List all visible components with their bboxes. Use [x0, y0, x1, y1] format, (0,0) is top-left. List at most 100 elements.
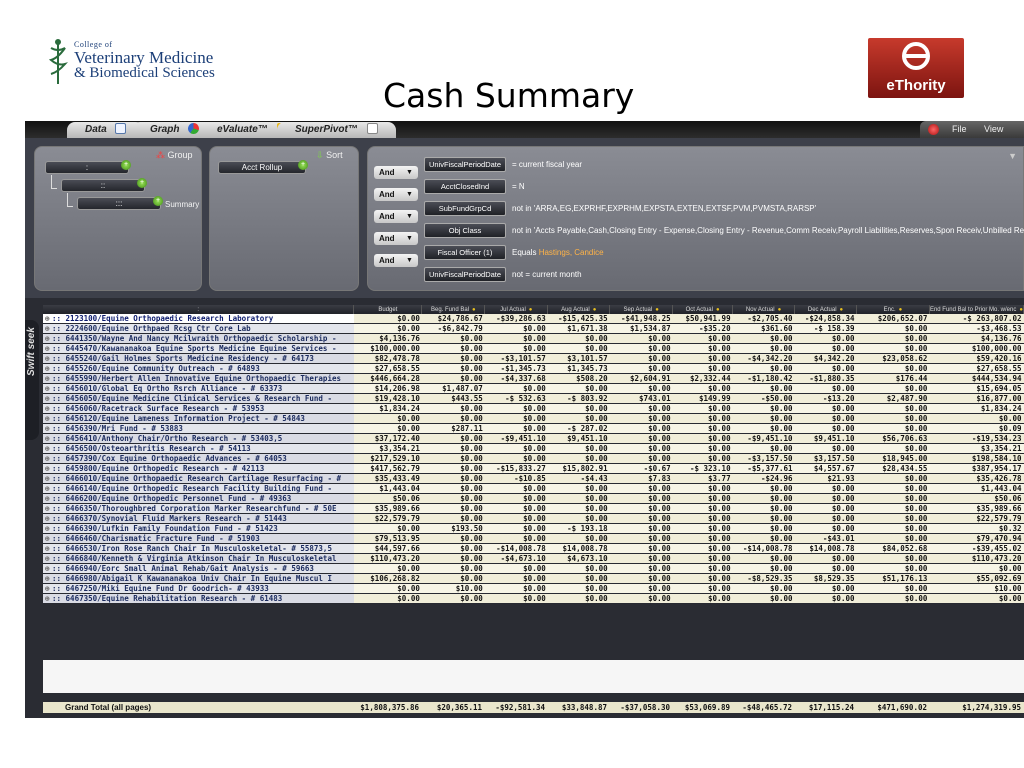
- filter-condition[interactable]: Equals Hastings, Candice: [512, 248, 604, 257]
- filter-field[interactable]: Fiscal Officer (1): [424, 245, 506, 260]
- expand-icon[interactable]: ⊕: [45, 364, 52, 373]
- table-row[interactable]: ⊕:: 6456500/Osteoarthritis Research - # …: [43, 443, 1024, 454]
- column-sort-icon[interactable]: ●: [840, 307, 844, 313]
- table-row[interactable]: ⊕:: 6466980/Abigail K Kawananakoa Univ C…: [43, 573, 1024, 584]
- table-row[interactable]: ⊕:: 6467250/Miki Equine Fund Dr Goodrich…: [43, 583, 1024, 594]
- column-header[interactable]: Aug Actual ●: [547, 305, 611, 314]
- filter-condition[interactable]: not = current month: [512, 270, 582, 279]
- column-header[interactable]: Budget: [353, 305, 423, 314]
- column-header[interactable]: Enc. ●: [856, 305, 930, 314]
- table-row[interactable]: ⊕:: 6455990/Herbert Allen Innovative Equ…: [43, 373, 1024, 384]
- table-row[interactable]: ⊕:: 6459800/Equine Orthopedic Research -…: [43, 463, 1024, 474]
- funnel-icon[interactable]: ▼: [1008, 151, 1017, 161]
- filter-field[interactable]: SubFundGrpCd: [424, 201, 506, 216]
- column-header[interactable]: Oct Actual ●: [672, 305, 734, 314]
- add-icon[interactable]: +: [137, 178, 147, 188]
- column-header[interactable]: Jul Actual ●: [484, 305, 549, 314]
- table-row[interactable]: ⊕:: 6456060/Racetrack Surface Research -…: [43, 403, 1024, 414]
- table-row[interactable]: ⊕:: 6466390/Lufkin Family Foundation Fun…: [43, 523, 1024, 534]
- expand-icon[interactable]: ⊕: [45, 404, 52, 413]
- tab-superpivot[interactable]: SuperPivot™: [277, 122, 396, 138]
- filter-field[interactable]: AcctClosedInd: [424, 179, 506, 194]
- column-header[interactable]: Sep Actual ●: [609, 305, 674, 314]
- sort-item[interactable]: Acct Rollup +: [218, 160, 308, 174]
- filter-condition[interactable]: = current fiscal year: [512, 160, 582, 169]
- record-icon[interactable]: [928, 124, 939, 135]
- table-row[interactable]: ⊕:: 6456410/Anthony Chair/Ortho Research…: [43, 433, 1024, 444]
- expand-icon[interactable]: ⊕: [45, 534, 52, 543]
- table-row[interactable]: ⊕:: 6455260/Equine Community Outreach - …: [43, 363, 1024, 374]
- group-level-2[interactable]: :: +: [61, 178, 147, 192]
- table-row[interactable]: ⊕:: 6466460/Charismatic Fracture Fund - …: [43, 533, 1024, 544]
- table-row[interactable]: ⊕:: 6466530/Iron Rose Ranch Chair In Mus…: [43, 543, 1024, 554]
- table-row[interactable]: ⊕:: 6441350/Wayne And Nancy Mcilwraith O…: [43, 333, 1024, 344]
- chevron-down-icon[interactable]: ▼: [406, 210, 413, 223]
- file-menu[interactable]: File: [952, 121, 967, 138]
- expand-icon[interactable]: ⊕: [45, 394, 52, 403]
- add-icon[interactable]: +: [121, 160, 131, 170]
- expand-icon[interactable]: ⊕: [45, 434, 52, 443]
- table-row[interactable]: ⊕:: 6456390/Mri Fund - # 53883 $0.00 $287.…: [43, 423, 1024, 434]
- expand-icon[interactable]: ⊕: [45, 454, 52, 463]
- filter-condition[interactable]: not in 'Accts Payable,Cash,Closing Entry…: [512, 226, 1024, 235]
- filter-condition[interactable]: not in 'ARRA,EG,EXPRHF,EXPRHM,EXPSTA,EXT…: [512, 204, 816, 213]
- column-sort-icon[interactable]: ●: [655, 307, 659, 313]
- filter-condition[interactable]: = N: [512, 182, 525, 191]
- column-header[interactable]: End Fund Bal to Prior Mo. w/enc ●: [929, 305, 1024, 314]
- group-level-3[interactable]: ::: +: [77, 196, 163, 210]
- column-header[interactable]: Dec Actual ●: [794, 305, 857, 314]
- expand-icon[interactable]: ⊕: [45, 414, 52, 423]
- expand-icon[interactable]: ⊕: [45, 504, 52, 513]
- expand-icon[interactable]: ⊕: [45, 314, 52, 323]
- expand-icon[interactable]: ⊕: [45, 424, 52, 433]
- table-row[interactable]: ⊕:: 6466350/Thoroughbred Corporation Mar…: [43, 503, 1024, 514]
- filter-field[interactable]: UnivFiscalPeriodDate: [424, 157, 506, 172]
- expand-icon[interactable]: ⊕: [45, 584, 52, 593]
- table-row[interactable]: ⊕:: 6457390/Cox Equine Orthopaedic Advan…: [43, 453, 1024, 464]
- expand-icon[interactable]: ⊕: [45, 354, 52, 363]
- expand-icon[interactable]: ⊕: [45, 334, 52, 343]
- column-sort-icon[interactable]: ●: [899, 307, 903, 313]
- expand-icon[interactable]: ⊕: [45, 594, 52, 603]
- filter-field[interactable]: Obj Class: [424, 223, 506, 238]
- table-row[interactable]: ⊕:: 6466940/Eorc Small Animal Rehab/Gait…: [43, 563, 1024, 574]
- expand-icon[interactable]: ⊕: [45, 344, 52, 353]
- add-icon[interactable]: +: [298, 160, 308, 170]
- table-row[interactable]: ⊕:: 6466200/Equine Orthopedic Personnel …: [43, 493, 1024, 504]
- expand-icon[interactable]: ⊕: [45, 574, 52, 583]
- table-row[interactable]: ⊕:: 6466140/Equine Orthopedic Research F…: [43, 483, 1024, 494]
- chevron-down-icon[interactable]: ▼: [406, 254, 413, 267]
- table-row[interactable]: ⊕:: 2123100/Equine Orthopaedic Research …: [43, 314, 1024, 324]
- expand-icon[interactable]: ⊕: [45, 544, 52, 553]
- expand-icon[interactable]: ⊕: [45, 324, 52, 333]
- table-row[interactable]: ⊕:: 6455240/Gail Holmes Sports Medicine …: [43, 353, 1024, 364]
- expand-icon[interactable]: ⊕: [45, 444, 52, 453]
- column-sort-icon[interactable]: ●: [716, 307, 720, 313]
- table-row[interactable]: ⊕:: 6466010/Equine Orthopaedic Research …: [43, 473, 1024, 484]
- table-row[interactable]: ⊕:: 2224600/Equine Orthpaed Rcsg Ctr Cor…: [43, 323, 1024, 334]
- swift-seek-tab[interactable]: Swift seek: [25, 320, 39, 440]
- column-sort-icon[interactable]: ●: [529, 307, 533, 313]
- column-sort-icon[interactable]: ●: [472, 307, 476, 313]
- column-sort-icon[interactable]: ●: [593, 307, 597, 313]
- expand-icon[interactable]: ⊕: [45, 564, 52, 573]
- filter-field[interactable]: UnivFiscalPeriodDate: [424, 267, 506, 282]
- add-icon[interactable]: +: [153, 196, 163, 206]
- group-level-1[interactable]: : +: [45, 160, 131, 174]
- expand-icon[interactable]: ⊕: [45, 554, 52, 563]
- expand-icon[interactable]: ⊕: [45, 384, 52, 393]
- chevron-down-icon[interactable]: ▼: [406, 188, 413, 201]
- table-row[interactable]: ⊕:: 6456010/Global Eq Ortho Rsrch Allian…: [43, 383, 1024, 394]
- expand-icon[interactable]: ⊕: [45, 524, 52, 533]
- expand-icon[interactable]: ⊕: [45, 464, 52, 473]
- chevron-down-icon[interactable]: ▼: [406, 232, 413, 245]
- expand-icon[interactable]: ⊕: [45, 514, 52, 523]
- expand-icon[interactable]: ⊕: [45, 494, 52, 503]
- expand-icon[interactable]: ⊕: [45, 374, 52, 383]
- view-menu[interactable]: View: [984, 121, 1003, 138]
- column-header[interactable]: :: [43, 305, 355, 314]
- column-sort-icon[interactable]: ●: [1019, 307, 1022, 313]
- table-row[interactable]: ⊕:: 6445470/Kawananakoa Equine Sports Me…: [43, 343, 1024, 354]
- table-row[interactable]: ⊕:: 6456120/Equine Lameness Information …: [43, 413, 1024, 424]
- expand-icon[interactable]: ⊕: [45, 474, 52, 483]
